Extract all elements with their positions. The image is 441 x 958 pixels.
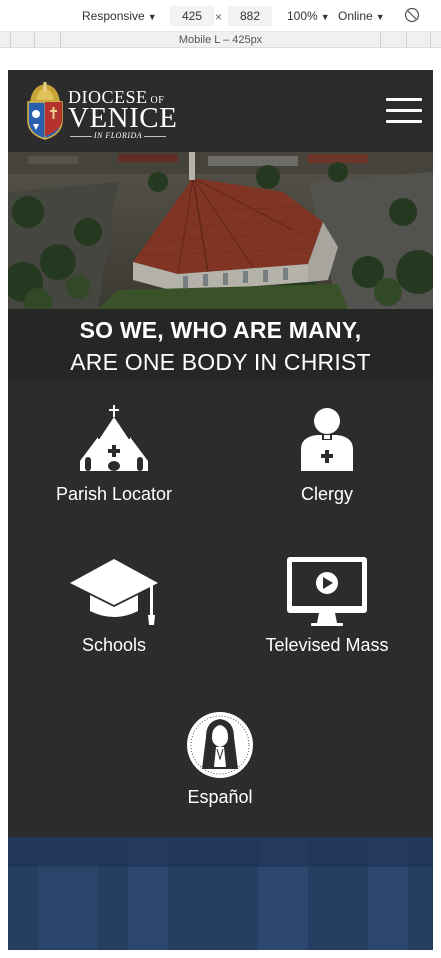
- network-select-label: Online: [338, 9, 373, 23]
- chevron-down-icon: ▼: [320, 12, 330, 22]
- tagline-banner: SO WE, WHO ARE MANY, ARE ONE BODY IN CHR…: [8, 309, 433, 381]
- height-input[interactable]: 882: [228, 6, 272, 26]
- priest-icon: [301, 408, 353, 471]
- menu-toggle-button[interactable]: [386, 98, 422, 124]
- parish-locator-label: Parish Locator: [55, 484, 173, 504]
- quick-links: Parish Locator Clergy Schools Televised …: [8, 381, 433, 837]
- espanol-link[interactable]: Español: [120, 707, 320, 817]
- footer-background-image: [8, 837, 433, 950]
- clergy-label: Clergy: [300, 484, 353, 504]
- network-select[interactable]: Online ▼: [338, 9, 385, 24]
- zoom-select[interactable]: 100% ▼: [287, 9, 330, 24]
- site-viewport: DIOCESE OF VENICE IN FLORIDA SO WE, WHO …: [8, 70, 433, 950]
- church-aerial-photo: [8, 152, 433, 309]
- monitor-play-icon: [287, 557, 367, 626]
- tagline-line-1: SO WE, WHO ARE MANY,: [79, 317, 362, 343]
- schools-link[interactable]: Schools: [14, 553, 214, 663]
- zoom-select-label: 100%: [287, 9, 318, 23]
- device-select-label: Responsive: [82, 9, 145, 23]
- hamburger-bar: [386, 98, 422, 101]
- coat-of-arms-icon: [27, 82, 63, 140]
- church-icon: [80, 405, 148, 471]
- blurred-building-photo: [8, 837, 433, 950]
- rotate-icon[interactable]: [404, 7, 420, 23]
- tagline-line-2: ARE ONE BODY IN CHRIST: [70, 349, 371, 375]
- device-select[interactable]: Responsive ▼: [82, 9, 157, 24]
- televised-mass-label: Televised Mass: [265, 635, 389, 655]
- hamburger-bar: [386, 109, 422, 112]
- ruler-label: Mobile L – 425px: [178, 34, 263, 46]
- hero-image: [8, 152, 433, 309]
- graduation-cap-icon: [70, 559, 158, 625]
- hamburger-bar: [386, 120, 422, 123]
- media-query-ruler: Mobile L – 425px: [0, 32, 441, 48]
- logo-line-3: IN FLORIDA: [70, 131, 166, 140]
- diocese-logo[interactable]: DIOCESE OF VENICE IN FLORIDA: [24, 80, 178, 140]
- width-input[interactable]: 425: [170, 6, 214, 26]
- our-lady-medallion-icon: [187, 712, 253, 778]
- parish-locator-link[interactable]: Parish Locator: [14, 403, 214, 513]
- chevron-down-icon: ▼: [375, 12, 385, 22]
- televised-mass-link[interactable]: Televised Mass: [227, 553, 427, 663]
- logo-line-2: VENICE: [68, 102, 178, 134]
- site-header: DIOCESE OF VENICE IN FLORIDA: [8, 70, 433, 152]
- dimension-separator: ×: [215, 10, 223, 24]
- espanol-label: Español: [187, 787, 253, 807]
- clergy-link[interactable]: Clergy: [227, 403, 427, 513]
- devtools-toolbar: Responsive ▼ 425 × 882 100% ▼ Online ▼: [0, 0, 441, 32]
- schools-label: Schools: [81, 635, 147, 655]
- chevron-down-icon: ▼: [147, 12, 157, 22]
